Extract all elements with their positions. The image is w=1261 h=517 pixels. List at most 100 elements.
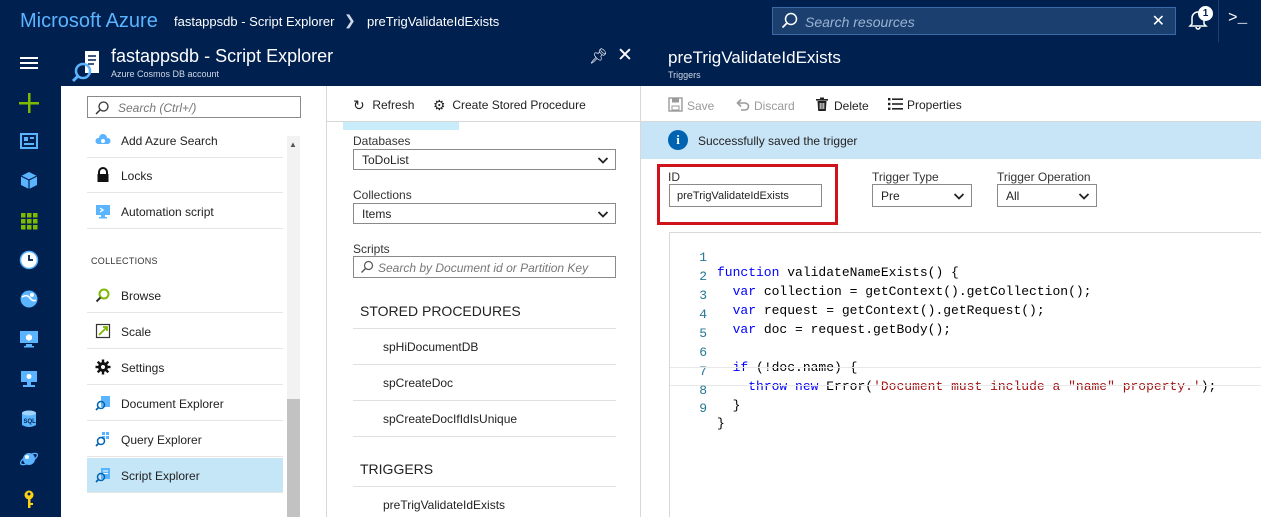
save-label: Save [687, 99, 715, 113]
code-line: 2 var collection = getContext().getColle… [670, 254, 1261, 299]
menu-item-scale[interactable]: Scale [87, 314, 283, 349]
menu-item-document-explorer[interactable]: Document Explorer [87, 386, 283, 421]
scroll-up-icon[interactable]: ▲ [289, 140, 297, 149]
plus-icon[interactable] [18, 92, 42, 116]
notification-message: Successfully saved the trigger [698, 134, 858, 148]
refresh-icon: ↻ [353, 97, 365, 113]
trigger-item[interactable]: preTrigValidateIdExists [353, 487, 616, 517]
discard-button[interactable]: Discard [735, 97, 795, 115]
toolbar-divider [1218, 0, 1219, 42]
stored-procedure-item[interactable]: spCreateDocIfIdIsUnique [353, 401, 616, 437]
stored-procedure-label: spCreateDoc [383, 376, 454, 390]
computer-icon[interactable] [18, 368, 42, 392]
script-explorer-panel: ↻ Refresh ⚙ Create Stored Procedure Data… [327, 86, 641, 517]
trigger-operation-value: All [1006, 189, 1020, 203]
menu-item-locks[interactable]: Locks [87, 158, 283, 193]
browse-icon [95, 287, 111, 303]
menu-search-input[interactable]: Search (Ctrl+/) [87, 96, 301, 118]
stored-procedures-heading: STORED PROCEDURES [353, 293, 616, 329]
cosmos-icon[interactable] [18, 448, 42, 472]
lock-icon [95, 167, 111, 183]
collections-label: Collections [353, 188, 412, 202]
triggers-heading-label: TRIGGERS [360, 461, 434, 477]
menu-item-automation-script[interactable]: Automation script [87, 194, 283, 229]
properties-button[interactable]: Properties [888, 97, 962, 114]
clear-search-icon[interactable]: ✕ [1152, 11, 1165, 31]
stored-procedure-label: spCreateDocIfIdIsUnique [383, 412, 518, 426]
menu-item-script-explorer[interactable]: Script Explorer [87, 458, 283, 493]
hamburger-icon[interactable] [18, 52, 42, 76]
brand-logo[interactable]: Microsoft Azure [20, 10, 158, 33]
key-icon[interactable] [18, 488, 42, 512]
breadcrumb-blade2[interactable]: preTrigValidateIdExists [367, 14, 499, 29]
tooltip-highlight [343, 122, 459, 130]
chevron-down-icon [953, 190, 965, 205]
databases-label: Databases [353, 134, 411, 148]
menu-search-placeholder: Search (Ctrl+/) [118, 101, 197, 115]
gear-icon [95, 359, 111, 375]
clock-icon[interactable] [18, 249, 42, 273]
cube-icon[interactable] [18, 170, 42, 194]
cloud-shell-icon[interactable]: >_ [1228, 9, 1247, 27]
trigger-operation-label: Trigger Operation [997, 170, 1091, 184]
code-line: 4 var doc = request.getBody(); [670, 292, 1261, 337]
notification-badge: 1 [1198, 6, 1213, 21]
code-text: } [717, 416, 725, 431]
search-icon [94, 100, 110, 119]
database-select[interactable]: ToDoList [353, 149, 616, 170]
menu-item-label: Browse [121, 289, 162, 303]
info-icon: i [668, 130, 688, 150]
collections-section-label: COLLECTIONS [91, 256, 158, 266]
code-editor[interactable]: 1 function validateNameExists() { 2 var … [669, 232, 1261, 517]
blade-title: fastappsdb - Script Explorer [111, 46, 334, 66]
chevron-down-icon [597, 208, 609, 223]
monitor-icon[interactable] [18, 328, 42, 352]
scripts-search-placeholder: Search by Document id or Partition Key [378, 261, 589, 275]
refresh-button[interactable]: ↻ Refresh [353, 97, 414, 114]
menu-item-label: Locks [121, 169, 153, 183]
pin-icon[interactable]: 📌︎ [589, 47, 608, 65]
create-sp-label: Create Stored Procedure [452, 98, 586, 112]
left-nav: SQL [0, 42, 61, 517]
stored-procedure-item[interactable]: spCreateDoc [353, 365, 616, 401]
list-icon [888, 97, 904, 114]
collection-value: Items [362, 207, 392, 221]
resource-menu: Search (Ctrl+/) Add Azure Search Locks A… [61, 86, 327, 517]
undo-icon [735, 97, 751, 115]
search-resources-input[interactable]: Search resources ✕ [772, 7, 1176, 35]
search-icon [360, 260, 374, 277]
scripts-search-input[interactable]: Search by Document id or Partition Key [353, 256, 616, 278]
menu-item-add-azure-search[interactable]: Add Azure Search [87, 124, 283, 158]
globe-icon[interactable] [18, 288, 42, 312]
trigger-operation-select[interactable]: All [997, 184, 1097, 207]
dashboard-icon[interactable] [18, 130, 42, 154]
collection-select[interactable]: Items [353, 203, 616, 224]
menu-item-label: Settings [121, 361, 165, 375]
breadcrumb-chevron-icon: ❯ [344, 12, 356, 28]
code-line: 9 } [670, 386, 1261, 431]
menu-scrollbar[interactable]: ▲ [287, 136, 300, 517]
close-icon[interactable]: ✕ [617, 44, 633, 67]
breadcrumb-blade1[interactable]: fastappsdb - Script Explorer [174, 14, 334, 29]
menu-item-browse[interactable]: Browse [87, 278, 283, 313]
trigger-type-select[interactable]: Pre [872, 184, 972, 207]
top-bar: Microsoft Azure fastappsdb - Script Expl… [0, 0, 1261, 42]
stored-procedure-item[interactable]: spHiDocumentDB [353, 329, 616, 365]
menu-item-settings[interactable]: Settings [87, 350, 283, 385]
code-line: 3 var request = getContext().getRequest(… [670, 273, 1261, 318]
menu-item-query-explorer[interactable]: Query Explorer [87, 422, 283, 457]
document-explorer-icon [95, 395, 111, 411]
script-explorer-icon [71, 49, 105, 86]
trigger-type-label: Trigger Type [872, 170, 939, 184]
delete-label: Delete [834, 99, 869, 113]
scrollbar-thumb[interactable] [287, 399, 300, 517]
create-stored-procedure-button[interactable]: ⚙ Create Stored Procedure [433, 97, 586, 114]
delete-button[interactable]: Delete [815, 97, 869, 115]
grid-icon[interactable] [18, 210, 42, 234]
properties-label: Properties [907, 98, 962, 112]
save-button[interactable]: Save [668, 97, 714, 115]
sql-icon[interactable]: SQL [18, 408, 42, 432]
line-number: 9 [699, 401, 707, 416]
refresh-label: Refresh [372, 98, 415, 112]
query-explorer-icon [95, 431, 111, 447]
